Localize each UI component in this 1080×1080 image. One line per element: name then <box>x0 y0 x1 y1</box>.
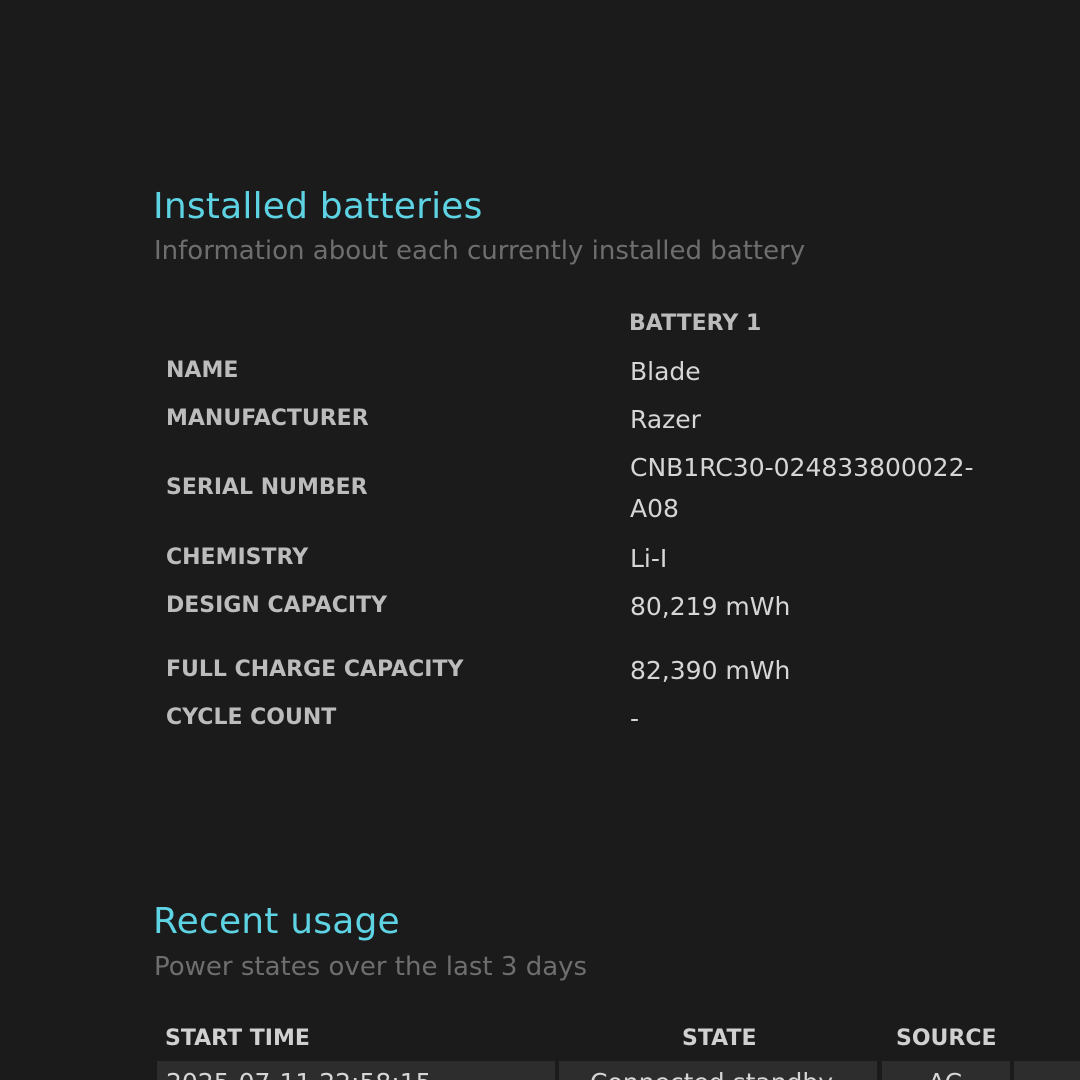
row-label: CHEMISTRY <box>166 545 309 570</box>
recent-usage-subtitle: Power states over the last 3 days <box>154 952 588 982</box>
battery-report-page: Installed batteries Information about ea… <box>0 0 1080 1080</box>
row-value: 82,390 mWh <box>630 656 791 685</box>
row-label: DESIGN CAPACITY <box>166 593 388 618</box>
state-value: Connected standby <box>590 1068 833 1080</box>
column-header-state: STATE <box>682 1026 757 1051</box>
row-value: Razer <box>630 405 701 434</box>
next-cell <box>1014 1061 1080 1080</box>
row-label: SERIAL NUMBER <box>166 475 368 500</box>
installed-batteries-title: Installed batteries <box>153 186 483 227</box>
column-header-source: SOURCE <box>896 1026 997 1051</box>
state-cell: Connected standby <box>559 1061 877 1080</box>
row-value: - <box>630 704 640 733</box>
row-value: 80,219 mWh <box>630 592 791 621</box>
battery-1-column-header: BATTERY 1 <box>629 311 762 336</box>
row-value-line-2: A08 <box>630 494 679 523</box>
row-value: Li-I <box>630 544 668 573</box>
row-value-line-1: CNB1RC30-024833800022- <box>630 453 974 482</box>
recent-usage-title: Recent usage <box>153 901 400 942</box>
row-label: FULL CHARGE CAPACITY <box>166 657 464 682</box>
column-header-start-time: START TIME <box>165 1026 310 1051</box>
source-cell: AC <box>882 1061 1010 1080</box>
source-value: AC <box>928 1068 962 1080</box>
row-label: CYCLE COUNT <box>166 705 337 730</box>
row-label: MANUFACTURER <box>166 406 369 431</box>
installed-batteries-subtitle: Information about each currently install… <box>154 236 806 266</box>
row-value: Blade <box>630 357 701 386</box>
row-label: NAME <box>166 358 239 383</box>
start-time-cell: 2025-07-11 22:58:15 <box>157 1061 555 1080</box>
start-time-value: 2025-07-11 22:58:15 <box>166 1068 432 1080</box>
